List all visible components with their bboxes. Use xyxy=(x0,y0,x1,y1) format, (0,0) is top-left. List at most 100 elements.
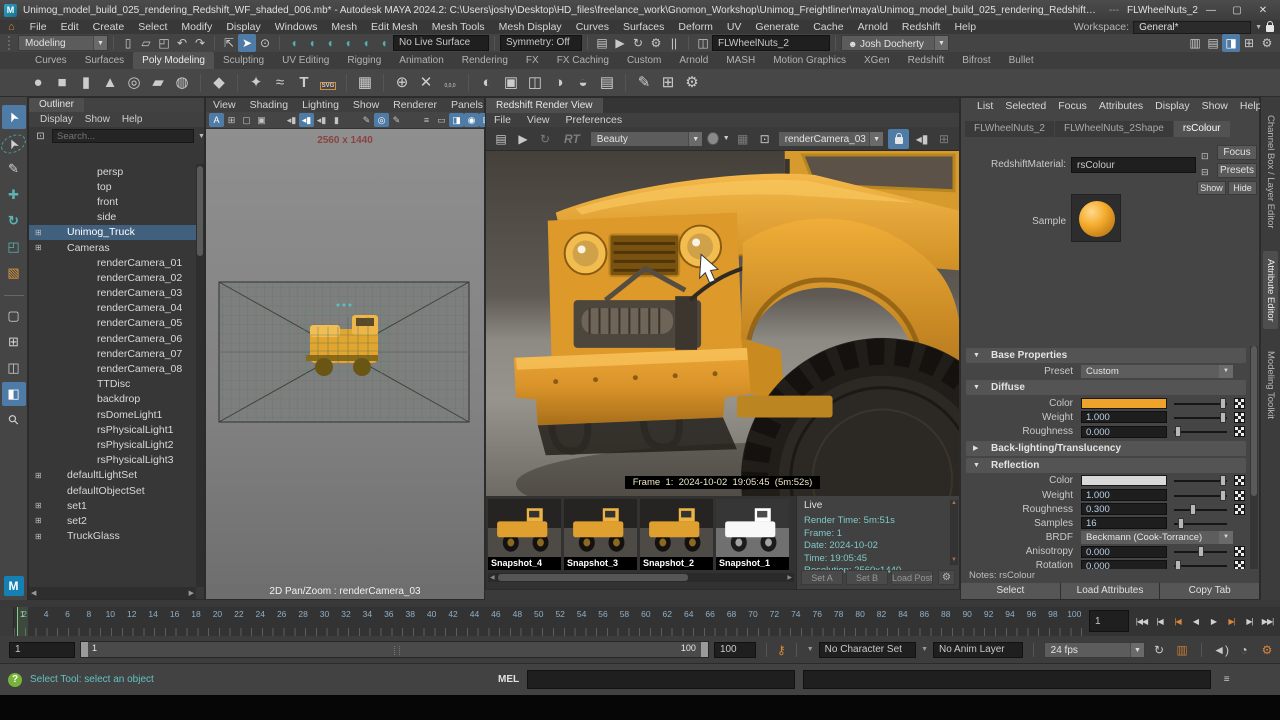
close-button[interactable]: ✕ xyxy=(1250,5,1276,16)
attribute-slider[interactable] xyxy=(1174,559,1227,569)
outliner-item[interactable]: renderCamera_07 xyxy=(29,346,196,361)
render-view-menu-item[interactable]: View xyxy=(519,113,558,127)
attribute-editor-footer-button[interactable]: Copy Tab xyxy=(1160,583,1259,599)
workspace-dropdown-icon[interactable]: ▼ xyxy=(1255,24,1262,31)
outliner-item[interactable]: TruckGlass xyxy=(29,529,196,544)
outliner-menu-item[interactable]: Help xyxy=(117,112,148,127)
menu-item[interactable]: Cache xyxy=(806,20,850,34)
snap-view-plane-icon[interactable]: ◖ xyxy=(357,34,375,52)
shelf-tab[interactable]: Rendering xyxy=(453,52,517,69)
attribute-editor-menu-item[interactable]: Show xyxy=(1196,100,1234,112)
render-view-menu-item[interactable]: File xyxy=(486,113,519,127)
go-to-end-button[interactable]: ▶▶| xyxy=(1259,617,1276,626)
attribute-editor-menu-item[interactable]: Attributes xyxy=(1093,100,1149,112)
save-scene-icon[interactable]: ◰ xyxy=(155,34,173,52)
snapshot-icon[interactable]: ▤ xyxy=(492,130,510,148)
shelf-tab[interactable]: Animation xyxy=(390,52,452,69)
menu-item[interactable]: Modify xyxy=(174,20,219,34)
auto-key-icon[interactable]: ⚷ xyxy=(777,643,786,657)
script-editor-icon[interactable]: ≡ xyxy=(1219,672,1234,687)
attribute-slider[interactable] xyxy=(1174,474,1227,487)
menu-set-selector[interactable]: Modeling▼ xyxy=(18,35,108,51)
outliner-item[interactable]: rsPhysicalLight3 xyxy=(29,453,196,468)
play-backwards-button[interactable]: ◀ xyxy=(1187,617,1204,626)
attribute-dropdown[interactable]: Beckmann (Cook-Torrance)▼ xyxy=(1081,531,1233,544)
viewport-menu-item[interactable]: Shading xyxy=(243,98,296,112)
slider-handle[interactable] xyxy=(1220,490,1226,501)
select-camera-icon[interactable]: ◂▮ xyxy=(284,113,299,127)
expand-icon[interactable] xyxy=(35,516,49,525)
render-frame-icon[interactable]: ▶ xyxy=(611,34,629,52)
attribute-slider[interactable] xyxy=(1174,397,1227,410)
texture-map-icon[interactable] xyxy=(1234,560,1245,569)
presets-button[interactable]: Presets xyxy=(1217,163,1257,178)
command-line-input[interactable] xyxy=(527,670,795,689)
isolate-select-icon[interactable]: ◎ xyxy=(374,113,389,127)
attribute-editor-footer-button[interactable]: Select xyxy=(961,583,1060,599)
attribute-value-field[interactable]: 16 xyxy=(1081,517,1167,529)
shelf-tab[interactable]: Motion Graphics xyxy=(764,52,855,69)
range-start-handle[interactable] xyxy=(81,642,88,657)
attribute-editor-menu-item[interactable]: Focus xyxy=(1052,100,1093,112)
viewport-menu-item[interactable]: Panels xyxy=(444,98,490,112)
outliner-item[interactable]: renderCamera_04 xyxy=(29,301,196,316)
hide-button[interactable]: Hide xyxy=(1228,181,1257,195)
outliner-item[interactable]: front xyxy=(29,194,196,209)
shelf-tab[interactable]: Arnold xyxy=(670,52,717,69)
channel-dropdown-icon[interactable]: ▼ xyxy=(723,135,730,142)
attribute-editor-toggle[interactable]: ▥ xyxy=(1186,34,1204,52)
live-action-button[interactable]: Load PostFX xyxy=(891,570,933,585)
live-panel-scrollbar[interactable]: ▲▼ xyxy=(950,500,958,565)
snapshot-thumbnail[interactable]: Snapshot_2 xyxy=(640,499,713,570)
outliner-menu-item[interactable]: Display xyxy=(35,112,78,127)
slider-handle[interactable] xyxy=(1178,518,1184,529)
play-forward-button[interactable]: ▶ xyxy=(1205,617,1222,626)
go-to-start-button[interactable]: |◀◀ xyxy=(1133,617,1150,626)
render-image[interactable]: Frame 1: 2024-10-02 19:05:45 (5m:52s) xyxy=(486,151,959,496)
shelf-tab[interactable]: Surfaces xyxy=(76,52,133,69)
slider-handle[interactable] xyxy=(1220,398,1226,409)
range-slider[interactable]: 1 100 xyxy=(80,641,709,658)
menu-item[interactable]: Windows xyxy=(268,20,325,34)
channel-box-toggle[interactable]: ◨ xyxy=(1222,34,1240,52)
restart-render-icon[interactable]: ↻ xyxy=(536,130,554,148)
material-name-input[interactable] xyxy=(1071,157,1196,173)
outliner-horizontal-scrollbar[interactable]: ◀▶ xyxy=(29,587,196,599)
attribute-section-header[interactable]: Back-lighting/Translucency xyxy=(966,441,1246,456)
display-mode-list-icon[interactable]: ≡ xyxy=(419,113,434,127)
snap-point-icon[interactable]: ◖ xyxy=(321,34,339,52)
outliner-item[interactable]: renderCamera_06 xyxy=(29,331,196,346)
select-object-icon[interactable]: ➤ xyxy=(238,34,256,52)
step-forward-key-button[interactable]: ▶| xyxy=(1223,617,1240,626)
anim-layer-dropdown-icon[interactable]: ▼ xyxy=(921,646,928,653)
shelf-tab[interactable]: UV Editing xyxy=(273,52,338,69)
snap-grid-icon[interactable]: ◖ xyxy=(285,34,303,52)
viewport-menu-item[interactable]: Lighting xyxy=(295,98,346,112)
expand-icon[interactable] xyxy=(35,501,49,510)
workspace-lock-icon[interactable] xyxy=(1266,25,1274,32)
bookmark-icon[interactable]: ▮ xyxy=(329,113,344,127)
live-surface-field[interactable]: No Live Surface xyxy=(393,35,489,51)
outliner-panel-tab[interactable]: Outliner xyxy=(29,98,84,112)
animation-preferences-icon[interactable]: ⚙ xyxy=(1258,641,1276,659)
selection-highlight-icon[interactable]: A xyxy=(209,113,224,127)
outliner-item[interactable]: persp xyxy=(29,164,196,179)
focus-button[interactable]: Focus xyxy=(1217,145,1257,160)
crop-region-icon[interactable]: ⊡ xyxy=(756,130,774,148)
attribute-value-field[interactable]: 0.000 xyxy=(1081,560,1167,569)
attribute-dropdown[interactable]: Custom▼ xyxy=(1081,365,1233,378)
film-gate-icon[interactable]: ▢ xyxy=(239,113,254,127)
symmetry-field[interactable]: Symmetry: Off xyxy=(500,35,582,51)
modeling-toolkit-toggle[interactable]: ⊞ xyxy=(1240,34,1258,52)
viewport-menu-item[interactable]: View xyxy=(206,98,243,112)
menu-item[interactable]: Surfaces xyxy=(616,20,671,34)
minimize-button[interactable]: — xyxy=(1198,5,1224,16)
outliner-item[interactable]: rsDomeLight1 xyxy=(29,407,196,422)
outliner-item[interactable]: rsPhysicalLight2 xyxy=(29,437,196,452)
start-render-icon[interactable]: ▶ xyxy=(514,130,532,148)
resolution-gate-icon[interactable]: ▣ xyxy=(254,113,269,127)
step-forward-frame-button[interactable]: ▶| xyxy=(1241,617,1258,626)
menu-item[interactable]: Create xyxy=(86,20,132,34)
menu-item[interactable]: Deform xyxy=(671,20,719,34)
outliner-item[interactable]: Cameras xyxy=(29,240,196,255)
